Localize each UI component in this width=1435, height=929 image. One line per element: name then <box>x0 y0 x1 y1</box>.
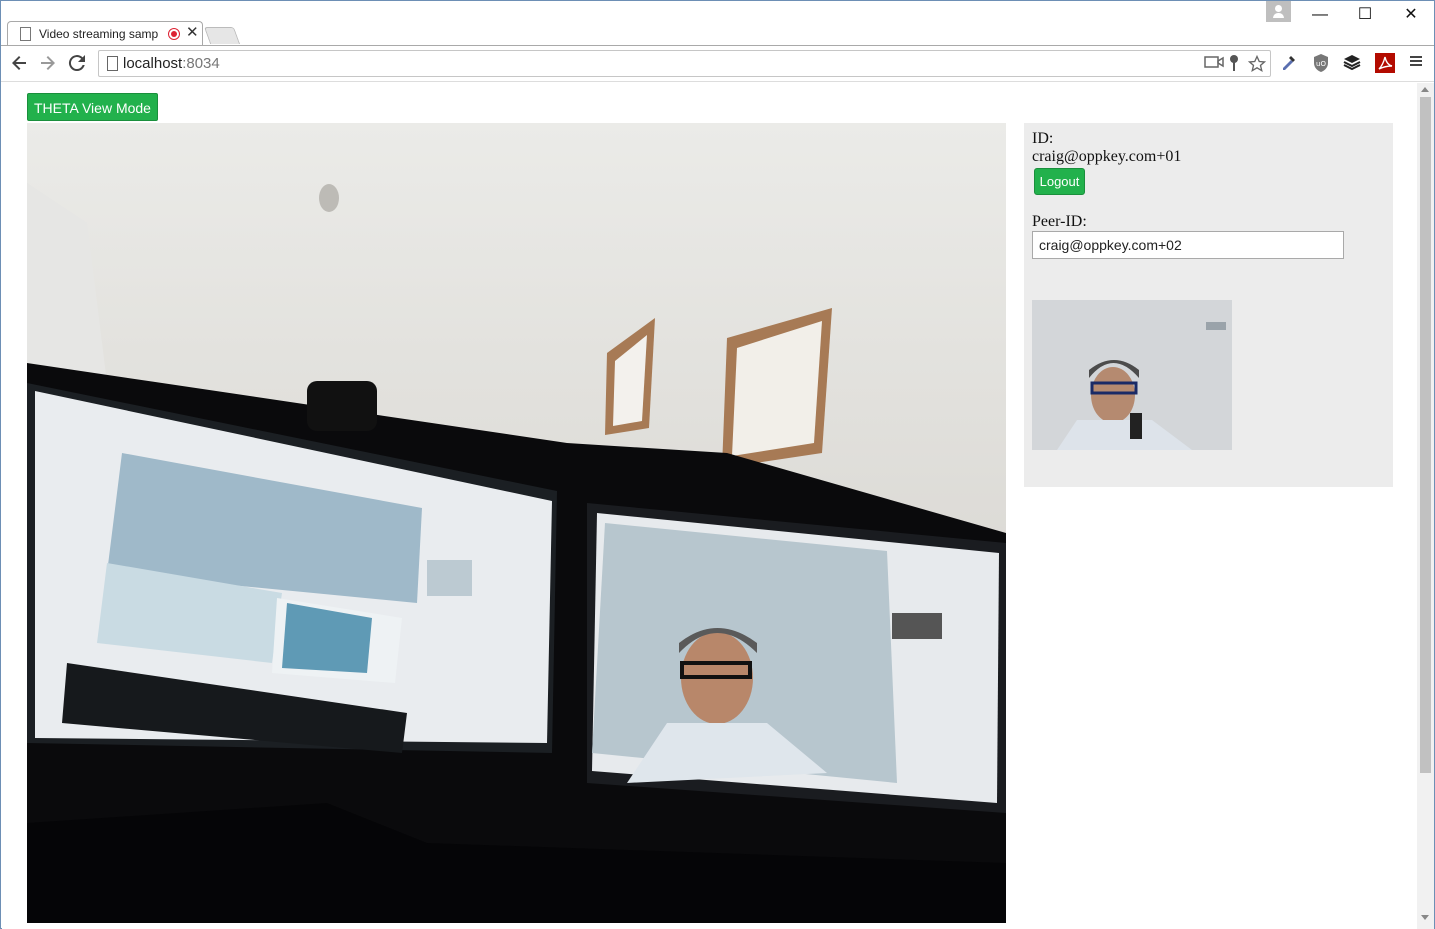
title-bar: Video streaming samp ✕ — ☐ ✕ <box>1 1 1434 46</box>
minimize-button[interactable]: — <box>1309 5 1331 25</box>
profile-icon[interactable] <box>1266 1 1291 22</box>
page-content: THETA View Mode ID: craig@oppkey.com+01 … <box>2 83 1417 929</box>
browser-window: Video streaming samp ✕ — ☐ ✕ localhost:8… <box>0 0 1435 929</box>
local-preview-illustration <box>1032 300 1232 450</box>
key-icon[interactable] <box>1228 54 1240 78</box>
scroll-up-icon[interactable] <box>1421 87 1429 92</box>
back-arrow-icon[interactable] <box>7 51 31 75</box>
eyedropper-extension-icon[interactable] <box>1279 53 1299 73</box>
id-value: craig@oppkey.com+01 <box>1032 148 1182 165</box>
peer-id-label: Peer-ID: <box>1032 213 1087 230</box>
address-bar[interactable]: localhost:8034 <box>98 50 1271 77</box>
video-frame-illustration <box>27 123 1006 923</box>
maximize-button[interactable]: ☐ <box>1354 5 1376 25</box>
scrollbar-thumb[interactable] <box>1420 97 1431 773</box>
scroll-down-icon[interactable] <box>1421 915 1429 920</box>
camera-icon[interactable] <box>1204 54 1224 76</box>
ublock-shield-icon[interactable]: uO <box>1311 53 1331 73</box>
reload-icon[interactable] <box>65 51 89 75</box>
pdf-extension-icon[interactable] <box>1375 53 1395 73</box>
vertical-scrollbar[interactable] <box>1417 83 1434 929</box>
browser-toolbar: localhost:8034 uO <box>1 45 1434 82</box>
tab-title: Video streaming samp <box>39 27 159 41</box>
svg-text:uO: uO <box>1316 60 1326 68</box>
id-label: ID: <box>1032 130 1054 147</box>
forward-arrow-icon[interactable] <box>36 51 60 75</box>
logout-button[interactable]: Logout <box>1034 168 1085 195</box>
local-video-preview[interactable] <box>1032 300 1232 450</box>
theta-view-mode-button[interactable]: THETA View Mode <box>27 93 158 121</box>
new-tab-button[interactable] <box>203 27 241 44</box>
main-video-stream[interactable] <box>27 123 1006 923</box>
menu-icon[interactable] <box>1406 53 1426 73</box>
layers-extension-icon[interactable] <box>1342 53 1362 73</box>
tab-close-icon[interactable]: ✕ <box>186 24 199 42</box>
close-window-button[interactable]: ✕ <box>1400 5 1422 25</box>
url-text: localhost:8034 <box>123 55 220 72</box>
bookmark-star-icon[interactable] <box>1247 54 1267 80</box>
page-favicon-icon <box>20 27 31 41</box>
page-info-icon[interactable] <box>107 56 118 71</box>
session-panel: ID: craig@oppkey.com+01 Logout Peer-ID: … <box>1024 123 1393 487</box>
browser-tab[interactable]: Video streaming samp ✕ <box>7 21 203 46</box>
recording-indicator-icon <box>168 28 180 40</box>
peer-id-input[interactable]: craig@oppkey.com+02 <box>1032 231 1344 259</box>
